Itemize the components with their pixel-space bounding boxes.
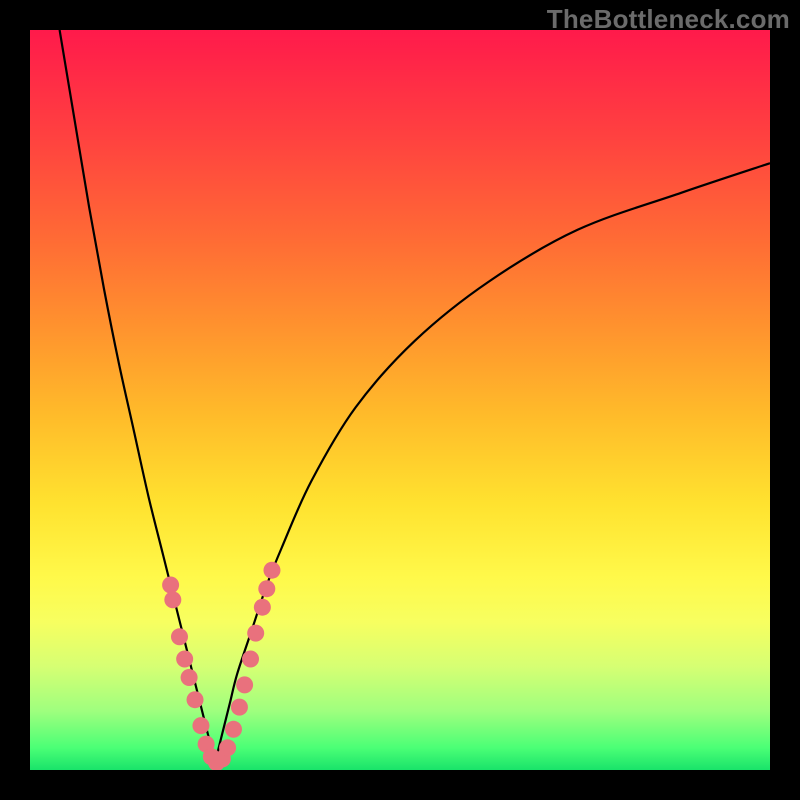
marker-point [254, 599, 271, 616]
marker-point [187, 691, 204, 708]
marker-point [181, 669, 198, 686]
marker-point [225, 721, 242, 738]
marker-point [192, 717, 209, 734]
chart-svg [30, 30, 770, 770]
marker-point [242, 651, 259, 668]
marker-point [258, 580, 275, 597]
curve-left-branch [60, 30, 215, 763]
curve-right-branch [215, 163, 770, 762]
marker-point [247, 625, 264, 642]
marker-point [236, 676, 253, 693]
marker-point [176, 651, 193, 668]
marker-point [162, 577, 179, 594]
marker-point [219, 739, 236, 756]
outer-frame: TheBottleneck.com [0, 0, 800, 800]
plot-area [30, 30, 770, 770]
marker-point [171, 628, 188, 645]
marker-point [263, 562, 280, 579]
watermark-text: TheBottleneck.com [547, 4, 790, 35]
marker-point [231, 699, 248, 716]
marker-point [164, 591, 181, 608]
